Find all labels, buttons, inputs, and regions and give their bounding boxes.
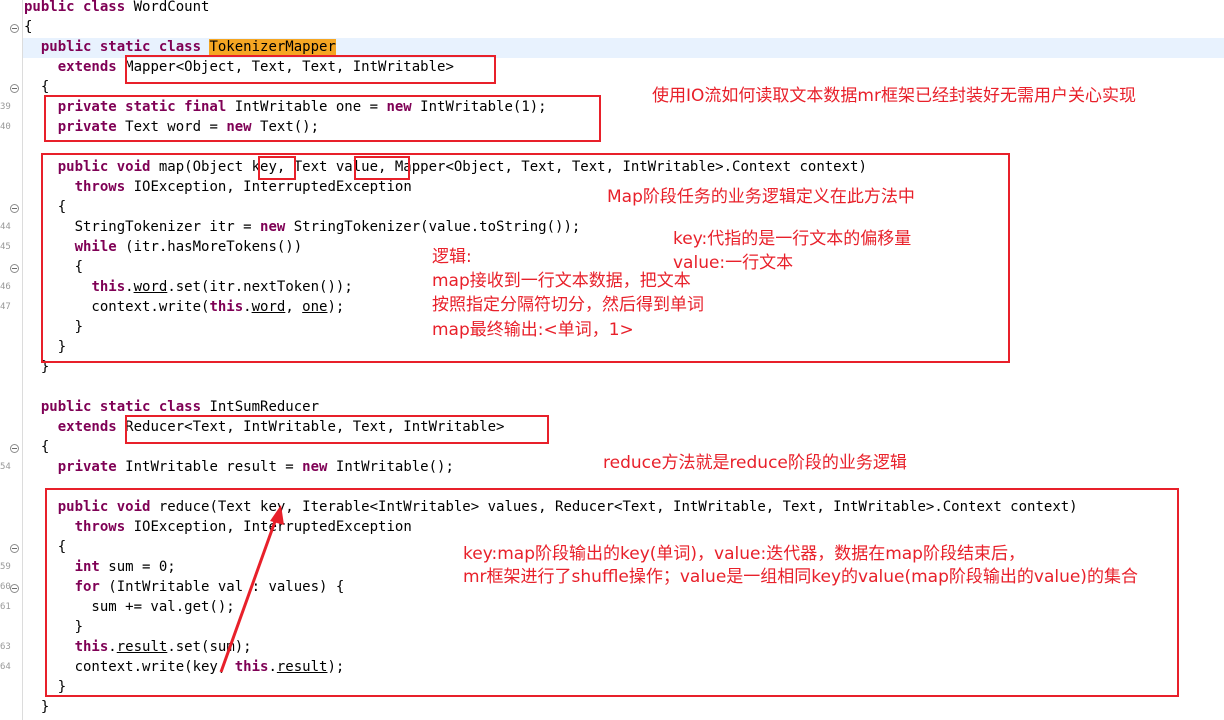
key-arrow-icon: [219, 505, 284, 673]
